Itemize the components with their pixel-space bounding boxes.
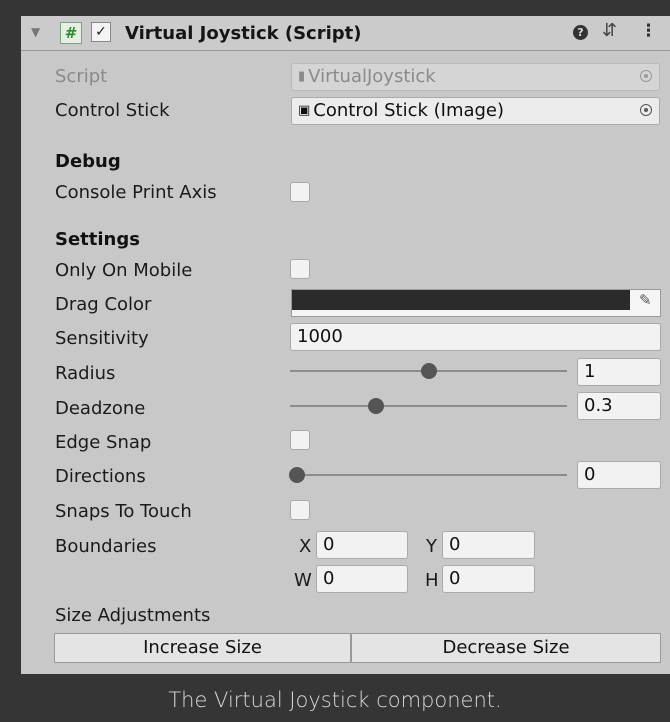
deadzone-slider[interactable] (290, 405, 567, 407)
boundary-x-input[interactable]: 0 (316, 531, 408, 559)
deadzone-input[interactable]: 0.3 (577, 392, 661, 420)
drag-color-label: Drag Color (55, 294, 152, 315)
directions-label: Directions (55, 466, 146, 487)
script-value: VirtualJoystick (308, 66, 436, 87)
image-icon: ▣ (298, 103, 311, 118)
boundary-h-label: H (425, 570, 439, 591)
boundary-w-input[interactable]: 0 (316, 565, 408, 593)
directions-slider[interactable] (290, 474, 567, 476)
control-stick-label: Control Stick (55, 100, 170, 121)
snaps-to-touch-checkbox[interactable] (290, 500, 310, 520)
sensitivity-input[interactable]: 1000 (290, 323, 661, 351)
more-icon[interactable]: ⋮ (640, 21, 657, 41)
inspector-component-panel: ▼ # ✓ Virtual Joystick (Script) ? ⇵ ⋮ Sc… (21, 16, 670, 674)
script-field: ▮ VirtualJoystick (291, 63, 660, 91)
deadzone-slider-thumb[interactable] (368, 398, 384, 414)
drag-color-field[interactable]: ✎ (291, 289, 661, 317)
edge-snap-label: Edge Snap (55, 432, 152, 453)
boundary-y-input[interactable]: 0 (442, 531, 535, 559)
only-on-mobile-checkbox[interactable] (290, 259, 310, 279)
control-stick-value: Control Stick (Image) (313, 100, 505, 121)
component-header: ▼ # ✓ Virtual Joystick (Script) ? ⇵ ⋮ (21, 16, 670, 51)
sensitivity-label: Sensitivity (55, 328, 149, 349)
component-title: Virtual Joystick (Script) (125, 23, 362, 44)
object-picker-icon[interactable] (640, 104, 652, 116)
settings-heading: Settings (55, 229, 140, 250)
script-asset-icon: ▮ (298, 69, 306, 84)
deadzone-label: Deadzone (55, 398, 146, 419)
edge-snap-checkbox[interactable] (290, 430, 310, 450)
radius-slider-thumb[interactable] (421, 363, 437, 379)
boundary-w-label: W (294, 570, 312, 591)
debug-heading: Debug (55, 151, 121, 172)
decrease-size-button[interactable]: Decrease Size (351, 633, 661, 663)
triangle-down-icon[interactable]: ▼ (31, 25, 40, 39)
script-icon: # (60, 22, 82, 44)
boundary-y-label: Y (426, 536, 437, 557)
radius-label: Radius (55, 363, 116, 384)
directions-input[interactable]: 0 (577, 461, 661, 489)
eyedropper-icon[interactable]: ✎ (639, 291, 652, 309)
control-stick-field[interactable]: ▣ Control Stick (Image) (291, 97, 660, 125)
increase-size-button[interactable]: Increase Size (54, 633, 351, 663)
script-label: Script (55, 66, 108, 87)
only-on-mobile-label: Only On Mobile (55, 260, 193, 281)
preset-icon[interactable]: ⇵ (602, 20, 617, 41)
boundaries-label: Boundaries (55, 536, 157, 557)
boundary-x-label: X (299, 536, 312, 557)
help-icon[interactable]: ? (573, 25, 588, 40)
directions-slider-thumb[interactable] (289, 467, 305, 483)
radius-input[interactable]: 1 (577, 358, 661, 386)
console-print-axis-checkbox[interactable] (290, 182, 310, 202)
snaps-to-touch-label: Snaps To Touch (55, 501, 192, 522)
color-swatch (292, 290, 630, 310)
boundary-h-input[interactable]: 0 (442, 565, 535, 593)
component-enabled-checkbox[interactable]: ✓ (91, 22, 111, 42)
console-print-axis-label: Console Print Axis (55, 182, 217, 203)
object-picker-icon (640, 70, 652, 82)
figure-caption: The Virtual Joystick component. (168, 688, 502, 712)
size-adjustments-label: Size Adjustments (55, 605, 211, 626)
